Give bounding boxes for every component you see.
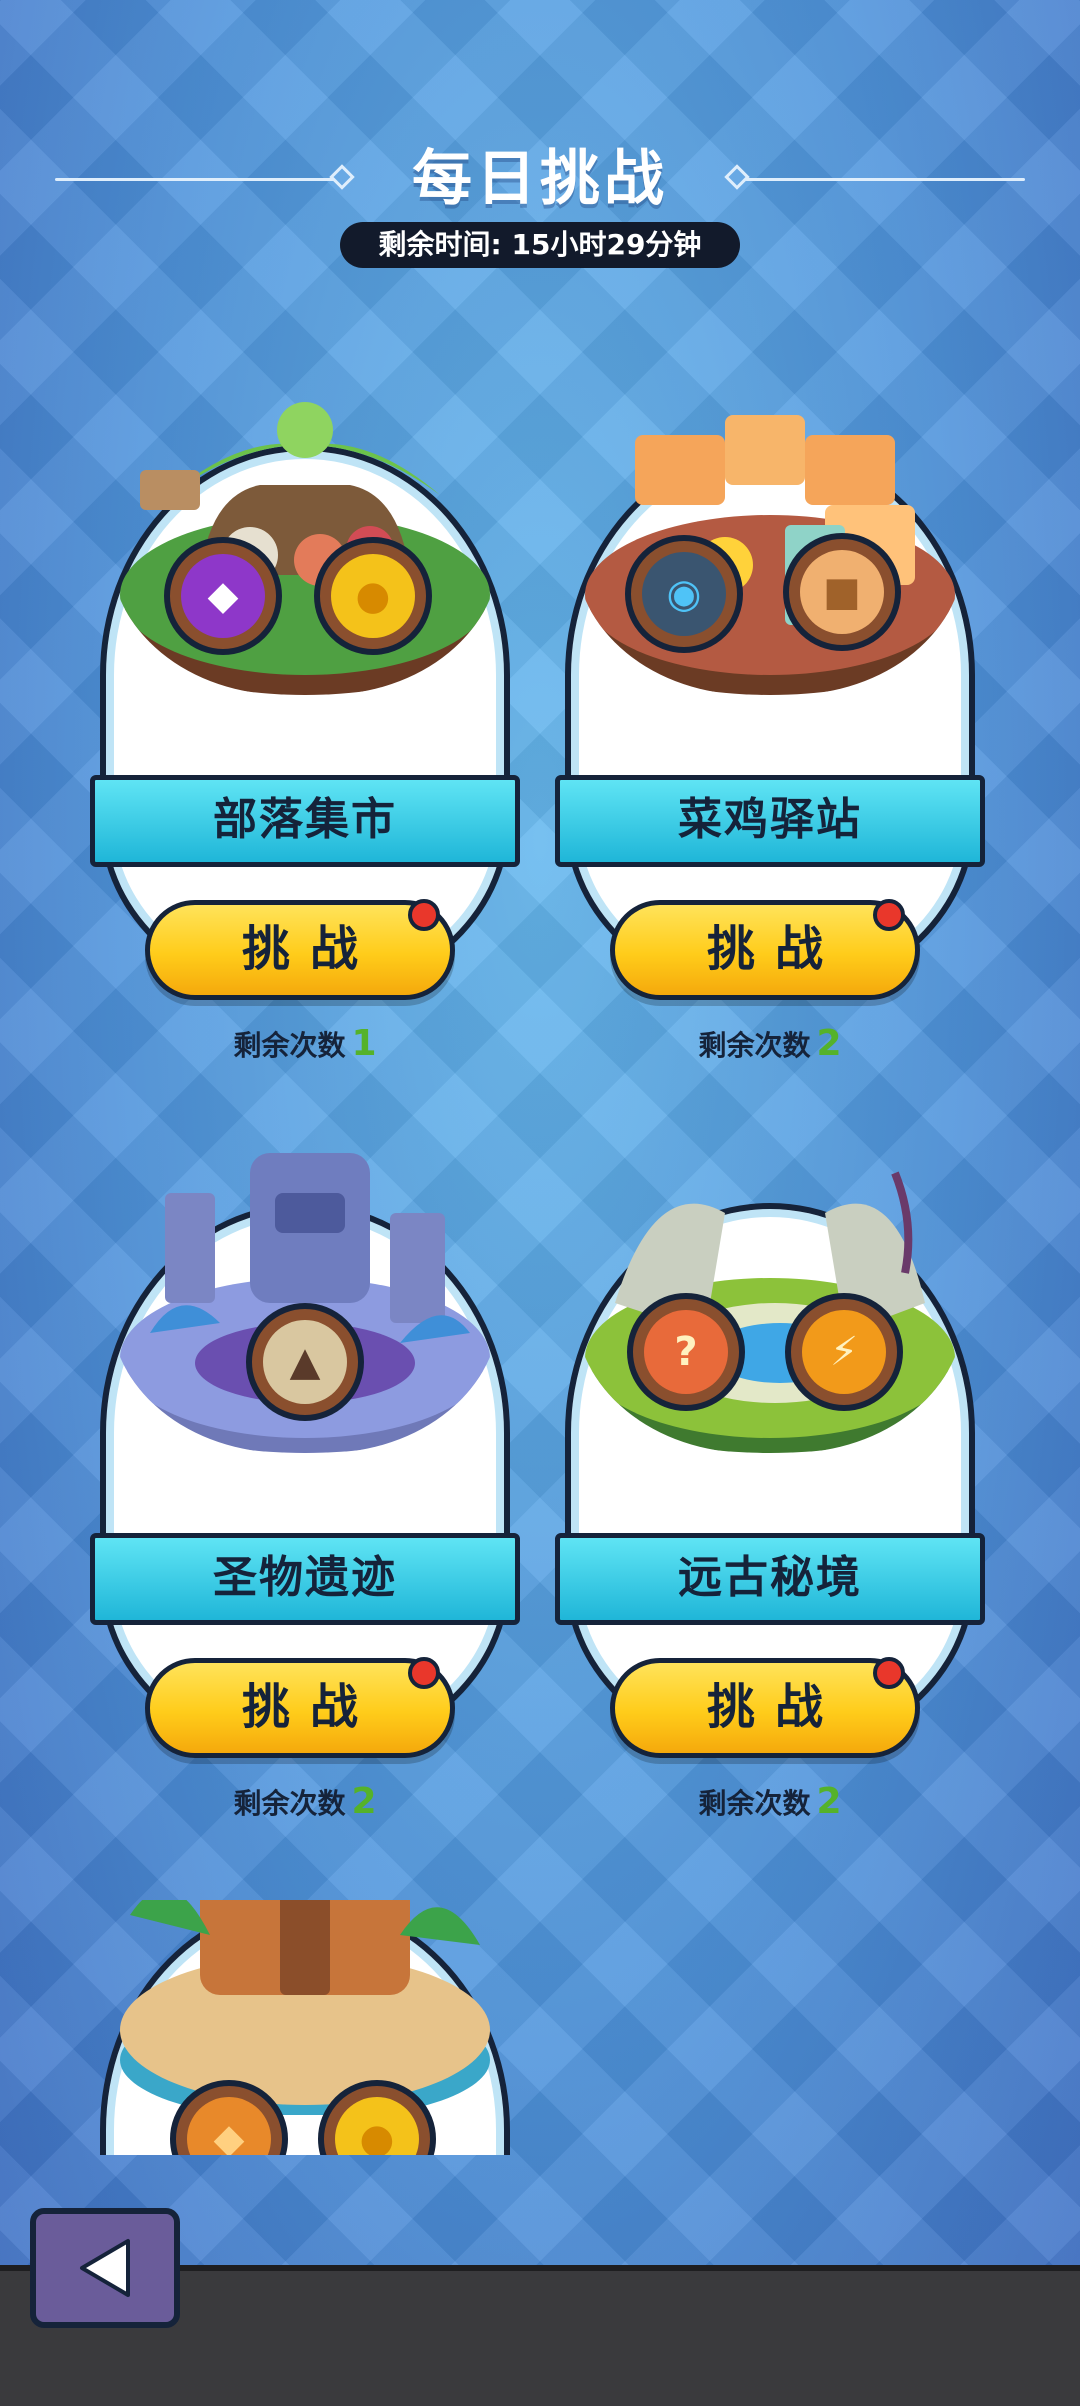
card-title-banner: 菜鸡驿站	[555, 775, 985, 867]
challenge-card-chicken-station: ◉ ■ 菜鸡驿站 挑战 剩余次数 2	[555, 415, 985, 1064]
remaining-count: 剩余次数 2	[565, 1023, 975, 1064]
purple-gem-icon: ◆	[164, 537, 282, 655]
remaining-count: 剩余次数 1	[100, 1023, 510, 1064]
card-title-banner: 远古秘境	[555, 1533, 985, 1625]
chicken-station-scene	[585, 415, 955, 695]
notification-dot	[408, 899, 440, 931]
remaining-time-badge: 剩余时间: 15小时29分钟	[340, 222, 740, 268]
remaining-label: 剩余次数	[233, 1787, 346, 1820]
remaining-number: 2	[816, 1781, 842, 1822]
desert-fortress-scene	[120, 1900, 490, 2115]
title-line-right	[745, 178, 1025, 181]
challenge-card-partial: ◆ ●	[100, 1900, 510, 2155]
box-icon: ■	[783, 533, 901, 651]
card-title-banner: 圣物遗迹	[90, 1533, 520, 1625]
back-arrow-icon	[80, 2239, 130, 2297]
challenge-card-ancient-realm: ? ⚡ 远古秘境 挑战 剩余次数 2	[555, 1171, 985, 1822]
notification-dot	[873, 1657, 905, 1689]
challenge-card-relic-ruins: ▲ 圣物遗迹 挑战 剩余次数 2	[90, 1153, 520, 1822]
notification-dot	[408, 1657, 440, 1689]
remaining-count: 剩余次数 2	[100, 1781, 510, 1822]
ancient-realm-scene	[585, 1171, 955, 1453]
card-scene	[565, 1103, 975, 1523]
remaining-label: 剩余次数	[698, 1787, 811, 1820]
card-scene	[100, 345, 510, 765]
challenge-button-label: 挑战	[241, 1679, 378, 1735]
orange-coin-icon: ⚡	[785, 1293, 903, 1411]
challenge-card-tribe-market: ◆ ● 部落集市 挑战 剩余次数 1	[90, 402, 520, 1064]
challenge-button[interactable]: 挑战	[610, 1657, 920, 1758]
card-title-banner: 部落集市	[90, 775, 520, 867]
notification-dot	[873, 899, 905, 931]
remaining-label: 剩余次数	[233, 1029, 346, 1062]
challenge-button-label: 挑战	[241, 921, 378, 977]
challenge-button[interactable]: 挑战	[610, 899, 920, 1000]
back-button[interactable]	[30, 2208, 180, 2328]
challenge-button[interactable]: 挑战	[145, 899, 455, 1000]
challenge-button-label: 挑战	[706, 1679, 843, 1735]
remaining-label: 剩余次数	[698, 1029, 811, 1062]
gold-coin-icon: ●	[314, 537, 432, 655]
blue-crystal-icon: ◉	[625, 535, 743, 653]
remaining-number: 2	[816, 1023, 842, 1064]
card-scene	[565, 345, 975, 765]
remaining-count: 剩余次数 2	[565, 1781, 975, 1822]
remaining-number: 1	[351, 1023, 377, 1064]
challenge-button[interactable]: 挑战	[145, 1657, 455, 1758]
page-title: 每日挑战	[412, 144, 668, 214]
remaining-number: 2	[351, 1781, 377, 1822]
challenge-button-label: 挑战	[706, 921, 843, 977]
relic-scroll-icon: ▲	[246, 1303, 364, 1421]
tribe-market-scene	[120, 402, 490, 695]
mystery-chest-icon: ?	[627, 1293, 745, 1411]
